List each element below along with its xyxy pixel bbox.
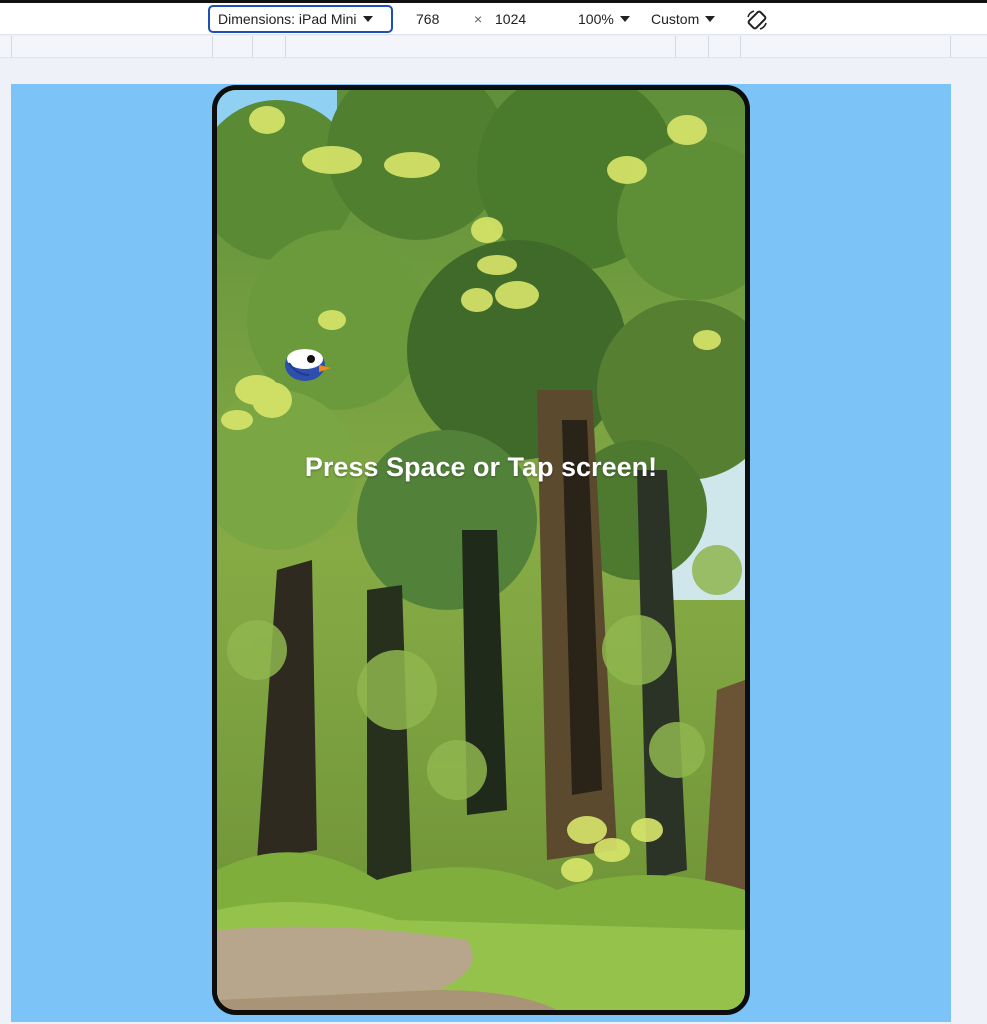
chevron-down-icon (619, 16, 630, 22)
rotate-icon[interactable] (745, 8, 769, 32)
height-input[interactable]: 1024 (495, 6, 526, 32)
throttle-select[interactable]: Custom (651, 6, 716, 32)
dimension-separator: × (474, 11, 483, 27)
device-toolbar: Dimensions: iPad Mini 768 × 1024 100% Cu… (0, 3, 987, 35)
chevron-down-icon (705, 16, 716, 22)
media-query-ruler[interactable] (0, 36, 987, 58)
width-input[interactable]: 768 (416, 6, 439, 32)
start-prompt: Press Space or Tap screen! (304, 452, 658, 482)
dimensions-select[interactable]: Dimensions: iPad Mini (208, 5, 393, 33)
forest-background (217, 90, 745, 1010)
throttle-label: Custom (651, 11, 700, 27)
zoom-label: 100% (578, 11, 614, 27)
bird-icon[interactable] (281, 345, 333, 385)
dimensions-label: Dimensions: iPad Mini (218, 11, 357, 27)
chevron-down-icon (362, 16, 373, 22)
zoom-select[interactable]: 100% (578, 6, 630, 32)
game-canvas[interactable]: Press Space or Tap screen! (212, 85, 750, 1015)
